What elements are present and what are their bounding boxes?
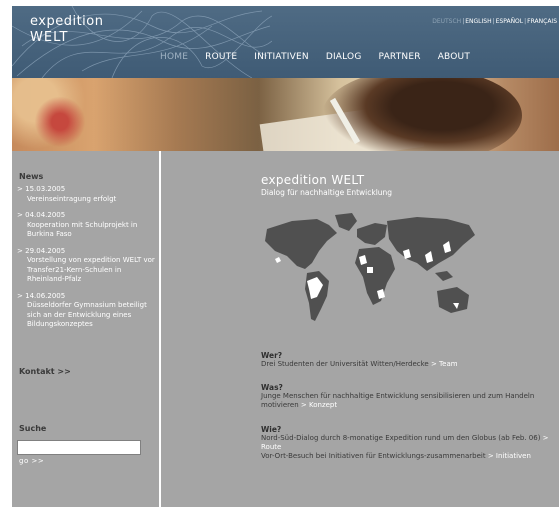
news-heading: News [19, 172, 44, 181]
main-nav: HOME ROUTE INITIATIVEN DIALOG PARTNER AB… [160, 52, 487, 62]
news-date: 29.04.2005 [25, 246, 66, 255]
news-text: Düsseldorfer Gymnasium beteiligt sich an… [27, 301, 147, 328]
lang-espanol[interactable]: ESPAÑOL [496, 18, 524, 25]
news-text: Kooperation mit Schulprojekt in Burkina … [27, 220, 138, 239]
news-date: 15.03.2005 [25, 185, 66, 193]
kontakt-link[interactable]: Kontakt >> [19, 367, 71, 376]
logo-line1: expedition [30, 14, 104, 29]
sidebar: News > 15.03.2005 Vereinseintragung erfo… [12, 151, 159, 507]
nav-about[interactable]: ABOUT [438, 52, 470, 62]
news-list: > 15.03.2005 Vereinseintragung erfolgt >… [17, 185, 157, 337]
nav-initiativen[interactable]: INITIATIVEN [254, 52, 309, 62]
main-content: expedition WELT Dialog für nachhaltige E… [161, 151, 559, 507]
lang-francais[interactable]: FRANÇAIS [527, 18, 557, 25]
question-label: Wer? [261, 351, 283, 360]
lang-deutsch[interactable]: DEUTSCH [432, 18, 461, 25]
nav-home[interactable]: HOME [160, 52, 188, 62]
question-label: Was? [261, 383, 283, 392]
site-header: expedition WELT DEUTSCH|ENGLISH|ESPAÑOL|… [12, 6, 559, 78]
answer-text: Vor-Ort-Besuch bei Initiativen für Entwi… [261, 452, 488, 460]
section-was: Was? Junge Menschen für nachhaltige Entw… [261, 383, 551, 410]
nav-dialog[interactable]: DIALOG [326, 52, 362, 62]
section-wer: Wer? Drei Studenten der Universität Witt… [261, 351, 551, 369]
answer-text: Nord-Süd-Dialog durch 8-monatige Expedit… [261, 434, 543, 442]
logo-line2: WELT [30, 30, 69, 45]
news-item[interactable]: > 04.04.2005 Kooperation mit Schulprojek… [17, 211, 157, 240]
section-wie: Wie? Nord-Süd-Dialog durch 8-monatige Ex… [261, 425, 551, 461]
news-text: Vorstellung von expedition WELT vor Tran… [27, 256, 155, 283]
answer-text: Drei Studenten der Universität Witten/He… [261, 360, 429, 368]
news-text: Vereinseintragung erfolgt [27, 194, 117, 203]
news-date: 04.04.2005 [25, 211, 66, 219]
go-button[interactable]: go >> [19, 457, 44, 465]
initiativen-link[interactable]: > Initiativen [488, 452, 531, 460]
question-label: Wie? [261, 425, 282, 434]
page-title: expedition WELT [261, 173, 365, 187]
team-link[interactable]: > Team [431, 360, 458, 368]
nav-route[interactable]: ROUTE [205, 52, 237, 62]
world-map [265, 213, 475, 321]
nav-partner[interactable]: PARTNER [379, 52, 421, 62]
news-date: 14.06.2005 [25, 291, 66, 300]
konzept-link[interactable]: > Konzept [301, 401, 337, 409]
search-input[interactable] [17, 440, 141, 455]
header-photo [12, 78, 559, 151]
search-heading: Suche [19, 424, 47, 433]
site-logo[interactable]: expedition WELT [30, 14, 103, 46]
lang-english[interactable]: ENGLISH [465, 18, 491, 25]
language-switcher: DEUTSCH|ENGLISH|ESPAÑOL|FRANÇAIS [432, 18, 557, 25]
news-item[interactable]: > 14.06.2005 Düsseldorfer Gymnasium bete… [17, 292, 157, 330]
page-subtitle: Dialog für nachhaltige Entwicklung [261, 188, 393, 197]
news-item[interactable]: > 29.04.2005 Vorstellung von expedition … [17, 247, 157, 285]
news-item[interactable]: > 15.03.2005 Vereinseintragung erfolgt [17, 185, 157, 204]
